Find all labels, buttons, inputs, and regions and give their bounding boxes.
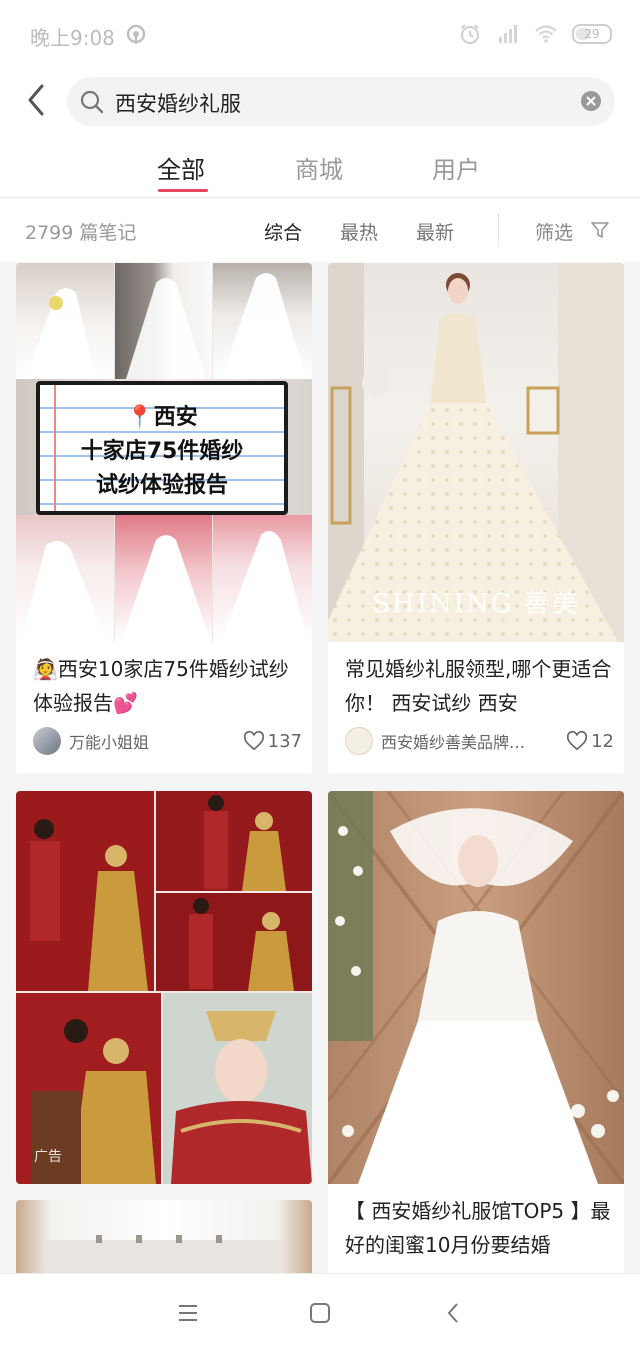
search-header: 西安婚纱礼服 (0, 70, 640, 132)
funnel-icon[interactable] (590, 220, 610, 240)
note-card[interactable]: 【 西安婚纱礼服馆TOP5 】最好的闺蜜10月份要结婚 (328, 791, 624, 1281)
tab-bar: 全部 商城 用户 (0, 132, 640, 198)
avatar[interactable] (33, 727, 61, 755)
sort-comprehensive[interactable]: 综合 (264, 218, 302, 245)
cover-overlay-note: 📍西安 十家店75件婚纱 试纱体验报告 (36, 381, 288, 515)
ad-cover-collage: 广告 (16, 791, 312, 1184)
tab-active-indicator (158, 189, 208, 192)
back-icon[interactable] (20, 80, 56, 120)
menu-icon[interactable] (175, 1300, 201, 1326)
tab-all[interactable]: 全部 (157, 150, 205, 185)
brand-watermark-sub: WEDDING DRES (406, 619, 546, 629)
status-bar: 晚上9:08 29 (0, 0, 640, 70)
clear-icon[interactable] (581, 91, 601, 111)
note-title: 👰西安10家店75件婚纱试纱体验报告💕 (33, 657, 289, 715)
note-meta: 万能小姐姐 137 (33, 726, 302, 756)
tab-users[interactable]: 用户 (432, 150, 480, 185)
note-card[interactable]: 📍西安 十家店75件婚纱 试纱体验报告 👰西安10家店75件婚纱试纱体验报告💕 … (16, 263, 312, 773)
system-nav-bar (0, 1273, 640, 1351)
search-icon (80, 90, 104, 114)
filter-button[interactable]: 筛选 (535, 218, 573, 245)
overlay-line-2: 十家店75件婚纱 (80, 439, 244, 464)
brand-watermark: SHINING 善美 (372, 589, 580, 619)
like-count: 137 (267, 730, 302, 752)
status-time: 晚上9:08 (30, 26, 115, 50)
signal-icon (499, 25, 517, 43)
sort-newest[interactable]: 最新 (416, 218, 454, 245)
ad-card[interactable]: 广告 (16, 791, 312, 1184)
hotspot-icon (126, 24, 146, 44)
note-cover-collage: 📍西安 十家店75件婚纱 试纱体验报告 (16, 263, 312, 642)
note-card[interactable]: SHINING 善美 WEDDING DRES 常见婚纱礼服领型,哪个更适合你！… (328, 263, 624, 773)
like-count: 12 (591, 730, 614, 752)
author-name[interactable]: 西安婚纱善美品牌… (381, 729, 558, 753)
note-cover-photo: SHINING 善美 WEDDING DRES (328, 263, 624, 642)
status-right: 29 (458, 22, 612, 46)
search-input[interactable]: 西安婚纱礼服 (67, 77, 615, 126)
alarm-icon (461, 24, 479, 44)
wifi-icon (535, 25, 557, 43)
heart-icon[interactable] (243, 730, 265, 752)
avatar[interactable] (345, 727, 373, 755)
note-meta: 西安婚纱善美品牌… 12 (345, 726, 614, 756)
note-title: 【 西安婚纱礼服馆TOP5 】最好的闺蜜10月份要结婚 (345, 1199, 611, 1257)
ad-label: 广告 (34, 1149, 62, 1165)
battery-level: 29 (584, 27, 600, 41)
note-count: 2799 篇笔记 (25, 222, 137, 244)
divider (498, 213, 499, 247)
filter-bar: 2799 篇笔记 综合 最热 最新 筛选 (0, 199, 640, 262)
heart-icon[interactable] (566, 730, 588, 752)
tab-mall[interactable]: 商城 (295, 150, 343, 185)
overlay-line-1: 📍西安 (126, 405, 198, 430)
note-title: 常见婚纱礼服领型,哪个更适合你！ 西安试纱 西安 (345, 657, 612, 715)
battery-icon: 29 (572, 24, 612, 44)
search-query: 西安婚纱礼服 (115, 92, 241, 116)
overlay-line-3: 试纱体验报告 (95, 473, 228, 498)
note-cover-photo (328, 791, 624, 1184)
author-name[interactable]: 万能小姐姐 (69, 729, 235, 753)
home-square-icon[interactable] (307, 1300, 333, 1326)
sort-hottest[interactable]: 最热 (340, 218, 378, 245)
back-triangle-icon[interactable] (441, 1300, 467, 1326)
